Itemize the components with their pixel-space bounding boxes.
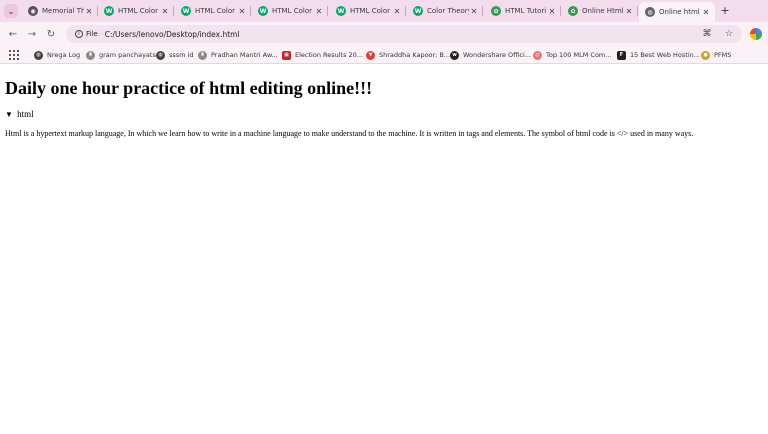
info-icon: i <box>75 30 83 38</box>
bookmark-label: Top 100 MLM Com... <box>546 51 612 59</box>
tab-title: HTML Color <box>195 7 235 15</box>
close-icon[interactable]: ✕ <box>701 8 711 17</box>
bookmark-wondershare[interactable]: w Wondershare Offici... <box>450 49 531 61</box>
bookmark-label: PFMS <box>714 51 732 59</box>
tab-color-theory[interactable]: W Color Theory ✕ <box>407 2 483 20</box>
globe-icon: ◍ <box>156 50 165 60</box>
w3schools-favicon-icon: W <box>258 6 268 16</box>
bookmark-label: 15 Best Web Hostin... <box>630 51 700 59</box>
bookmark-best-web-hosting[interactable]: F 15 Best Web Hostin... <box>617 49 700 61</box>
election-icon: ▣ <box>282 50 291 60</box>
bookmark-pradhan-mantri[interactable]: ♜ Pradhan Mantri Aw... <box>198 49 278 61</box>
emblem-icon: ♜ <box>86 50 95 60</box>
disclosure-triangle-icon: ▼ <box>5 110 13 119</box>
tab-strip: ⌄ ◉ Memorial The ✕ W HTML Color ✕ W HTML… <box>0 0 768 22</box>
mlm-icon: ◎ <box>533 50 542 60</box>
w3schools-favicon-icon: W <box>181 6 191 16</box>
bookmark-election-results[interactable]: ▣ Election Results 20... <box>282 49 363 61</box>
pfms-icon: ● <box>701 50 710 60</box>
tab-html-tutorial[interactable]: ✿ HTML Tutori ✕ <box>485 2 561 20</box>
tab-title: HTML Tutori <box>505 7 547 15</box>
forward-arrow-icon[interactable]: → <box>25 27 39 41</box>
f-icon: F <box>617 50 626 60</box>
tab-online-html-1[interactable]: ✿ Online Html ✕ <box>562 2 638 20</box>
close-icon[interactable]: ✕ <box>314 7 324 16</box>
bookmark-gram-panchayats[interactable]: ♜ gram panchayats <box>86 49 156 61</box>
browser-toolbar: ← → ↻ i File C:/Users/lenovo/Desktop/ind… <box>0 22 768 46</box>
back-arrow-icon[interactable]: ← <box>6 27 20 41</box>
wondershare-icon: w <box>450 50 459 60</box>
tab-html-color-2[interactable]: W HTML Color ✕ <box>175 2 251 20</box>
tab-search-chevron-icon[interactable]: ⌄ <box>4 4 18 18</box>
profile-avatar-icon[interactable] <box>750 28 762 40</box>
translate-icon[interactable]: ⌘ <box>700 27 714 41</box>
tab-title: HTML Color <box>272 7 312 15</box>
apps-grid-icon[interactable] <box>9 50 19 60</box>
bookmark-label: gram panchayats <box>99 51 156 59</box>
bookmark-label: Pradhan Mantri Aw... <box>211 51 278 59</box>
reload-icon[interactable]: ↻ <box>44 27 58 41</box>
page-heading: Daily one hour practice of html editing … <box>5 78 373 98</box>
globe-favicon-icon: ◍ <box>645 7 655 17</box>
bookmark-label: Shraddha Kapoor: B... <box>379 51 451 59</box>
details-paragraph: Html is a hypertext markup language, In … <box>5 129 694 138</box>
close-icon[interactable]: ✕ <box>84 7 94 16</box>
tab-memorial[interactable]: ◉ Memorial The ✕ <box>22 2 98 20</box>
bookmark-label: Election Results 20... <box>295 51 364 59</box>
bookmark-sssm-id[interactable]: ◍ sssm id <box>156 49 194 61</box>
tab-title: Memorial The <box>42 7 84 15</box>
page-viewport: Daily one hour practice of html editing … <box>0 65 768 434</box>
tab-title: Online Html <box>582 7 624 15</box>
close-icon[interactable]: ✕ <box>624 7 634 16</box>
site-info-label: File <box>86 30 98 38</box>
bookmark-label: Nrega Log <box>47 51 81 59</box>
globe-icon: ◍ <box>34 50 43 60</box>
w3schools-favicon-icon: W <box>104 6 114 16</box>
w3schools-favicon-icon: W <box>413 6 423 16</box>
bookmarks-bar: ◍ Nrega Log ♜ gram panchayats ◍ sssm id … <box>0 46 768 64</box>
bookmark-top-100-mlm[interactable]: ◎ Top 100 MLM Com... <box>533 49 611 61</box>
tab-online-html-active[interactable]: ◍ Online html ✕ <box>639 2 715 22</box>
bookmark-label: Wondershare Offici... <box>463 51 532 59</box>
close-icon[interactable]: ✕ <box>547 7 557 16</box>
tab-title: HTML Color <box>118 7 158 15</box>
bookmark-label: sssm id <box>169 51 194 59</box>
new-tab-plus-icon[interactable]: + <box>718 3 732 17</box>
close-icon[interactable]: ✕ <box>469 7 479 16</box>
tab-title: Online html <box>659 8 700 16</box>
close-icon[interactable]: ✕ <box>160 7 170 16</box>
green-leaf-favicon-icon: ✿ <box>568 6 578 16</box>
url-text[interactable]: C:/Users/lenovo/Desktop/index.html <box>105 30 240 39</box>
tab-html-color-1[interactable]: W HTML Color ✕ <box>98 2 174 20</box>
bookmark-shraddha-kapoor[interactable]: ▼ Shraddha Kapoor: B... <box>366 49 450 61</box>
site-info-chip[interactable]: i File <box>70 27 103 41</box>
green-leaf-favicon-icon: ✿ <box>491 6 501 16</box>
details-toggle[interactable]: ▼ html <box>5 109 34 119</box>
bookmark-nrega-log[interactable]: ◍ Nrega Log <box>34 49 80 61</box>
details-summary: html <box>17 109 34 119</box>
address-bar[interactable]: i File C:/Users/lenovo/Desktop/index.htm… <box>66 25 742 43</box>
tab-html-color-3[interactable]: W HTML Color ✕ <box>252 2 328 20</box>
bookmark-star-icon[interactable]: ☆ <box>722 27 736 41</box>
tab-title: Color Theory <box>427 7 469 15</box>
bookmark-pfms[interactable]: ● PFMS <box>701 49 731 61</box>
close-icon[interactable]: ✕ <box>237 7 247 16</box>
close-icon[interactable]: ✕ <box>392 7 402 16</box>
w3schools-favicon-icon: W <box>336 6 346 16</box>
tab-title: HTML Color <box>350 7 390 15</box>
emblem-icon: ♜ <box>198 50 207 60</box>
vivaldi-icon: ▼ <box>366 50 375 60</box>
tab-html-color-4[interactable]: W HTML Color ✕ <box>330 2 406 20</box>
memorial-favicon-icon: ◉ <box>28 6 38 16</box>
